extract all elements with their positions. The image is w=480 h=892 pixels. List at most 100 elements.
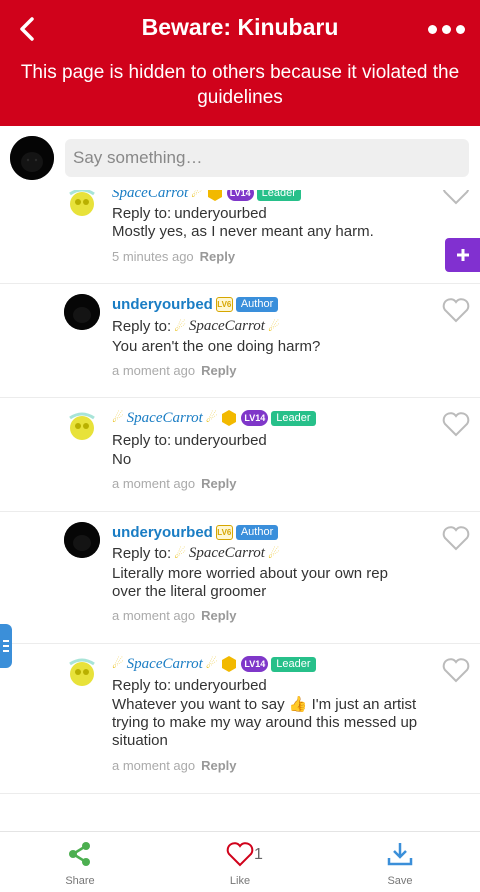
reply-to-label: Reply to: bbox=[112, 205, 172, 222]
heart-icon[interactable] bbox=[441, 524, 471, 552]
comment-input[interactable] bbox=[65, 139, 469, 177]
heart-icon[interactable] bbox=[441, 656, 471, 684]
comment-text: Mostly yes, as I never meant any harm. bbox=[112, 223, 374, 240]
name-row: underyourbed LV6 Author bbox=[112, 294, 279, 314]
like-label: Like bbox=[229, 875, 251, 887]
page-title: Beware: Kinubaru bbox=[141, 14, 339, 40]
reply-to-user[interactable]: underyourbed bbox=[174, 205, 267, 222]
comment-text-line: Literally more worried about your own re… bbox=[112, 565, 388, 582]
reply-to-label: Reply to: bbox=[112, 545, 172, 562]
black-cat-avatar-icon bbox=[64, 294, 100, 330]
comment-text: Whatever you want to say 👍 I'm just an a… bbox=[112, 696, 432, 750]
comment-text-line: over the literal groomer bbox=[112, 583, 267, 600]
bird-avatar-icon bbox=[69, 190, 95, 216]
reply-to-label: Reply to: bbox=[112, 318, 172, 335]
bird-avatar-icon bbox=[69, 412, 95, 440]
username[interactable]: underyourbed bbox=[112, 296, 213, 313]
hex-badge-icon bbox=[222, 656, 237, 672]
timestamp: a moment ago bbox=[112, 608, 196, 623]
comment-meta: a moment ago Reply bbox=[112, 608, 237, 623]
back-button[interactable] bbox=[12, 12, 42, 46]
comet-icon: ☄ bbox=[174, 545, 186, 561]
more-button[interactable] bbox=[426, 20, 466, 38]
back-arrow-icon bbox=[20, 17, 34, 41]
screen: Beware: Kinubaru This page is hidden to … bbox=[0, 0, 480, 892]
leader-tag: Leader bbox=[256, 190, 301, 201]
avatar[interactable] bbox=[64, 190, 100, 220]
avatar[interactable] bbox=[64, 522, 100, 558]
comment-item: underyourbed LV6 Author Reply to: ☄ Spac… bbox=[0, 284, 480, 398]
hex-badge-icon bbox=[207, 190, 222, 201]
name-row: ☄ SpaceCarrot ☄ LV14 Leader bbox=[112, 408, 316, 428]
download-icon bbox=[387, 843, 413, 866]
more-dot bbox=[441, 24, 451, 34]
leader-tag: Leader bbox=[271, 410, 316, 426]
comet-icon: ☄ bbox=[267, 545, 280, 561]
heart-icon[interactable] bbox=[441, 296, 471, 324]
save-label: Save bbox=[387, 875, 413, 887]
level-badge: LV14 bbox=[241, 656, 269, 672]
save-button[interactable]: Save bbox=[360, 840, 440, 887]
reply-button[interactable]: Reply bbox=[200, 249, 235, 264]
comet-icon: ☄ bbox=[112, 656, 124, 671]
name-row: SpaceCarrot ☄ LV14 Leader bbox=[112, 190, 301, 203]
timestamp: a moment ago bbox=[112, 476, 196, 491]
black-cat-avatar-icon bbox=[10, 136, 54, 180]
header: Beware: Kinubaru This page is hidden to … bbox=[0, 0, 480, 126]
username[interactable]: SpaceCarrot bbox=[112, 190, 188, 202]
reply-to-user[interactable]: SpaceCarrot bbox=[189, 318, 265, 335]
reply-to-label: Reply to: bbox=[112, 677, 172, 694]
menu-icon bbox=[3, 640, 9, 642]
share-button[interactable]: Share bbox=[40, 840, 120, 887]
hidden-notice: This page is hidden to others because it… bbox=[20, 62, 460, 108]
reply-to-user[interactable]: underyourbed bbox=[174, 677, 267, 694]
comment-thread: SpaceCarrot ☄ LV14 Leader Reply to: unde… bbox=[0, 190, 480, 830]
reply-button[interactable]: Reply bbox=[201, 363, 236, 378]
timestamp: a moment ago bbox=[112, 363, 196, 378]
reply-to-label: Reply to: bbox=[112, 432, 172, 449]
reply-to-line: Reply to: underyourbed bbox=[112, 205, 267, 222]
comment-bar bbox=[0, 126, 480, 190]
bird-avatar-icon bbox=[69, 658, 95, 686]
username[interactable]: SpaceCarrot bbox=[127, 656, 203, 673]
comment-item: SpaceCarrot ☄ LV14 Leader Reply to: unde… bbox=[0, 190, 480, 284]
level-badge: LV14 bbox=[241, 410, 269, 426]
share-label: Share bbox=[65, 875, 95, 887]
comet-icon: ☄ bbox=[112, 410, 124, 425]
reply-button[interactable]: Reply bbox=[201, 758, 236, 773]
reply-button[interactable]: Reply bbox=[201, 608, 236, 623]
add-button[interactable] bbox=[445, 238, 480, 272]
avatar[interactable] bbox=[10, 136, 54, 180]
author-tag: Author bbox=[235, 524, 279, 540]
heart-icon[interactable] bbox=[441, 410, 471, 438]
comet-icon: ☄ bbox=[205, 656, 218, 671]
more-dots-icon bbox=[427, 24, 437, 34]
comment-item: ☄ SpaceCarrot ☄ LV14 Leader Reply to: un… bbox=[0, 398, 480, 512]
username[interactable]: SpaceCarrot bbox=[127, 410, 203, 427]
comment-meta: a moment ago Reply bbox=[112, 363, 237, 378]
comment-text: Literally more worried about your own re… bbox=[112, 565, 432, 601]
like-button[interactable]: Like bbox=[200, 840, 280, 887]
comment-meta: a moment ago Reply bbox=[112, 758, 237, 773]
avatar[interactable] bbox=[64, 294, 100, 330]
black-cat-avatar-icon bbox=[64, 522, 100, 558]
reply-button[interactable]: Reply bbox=[201, 476, 236, 491]
username[interactable]: underyourbed bbox=[112, 524, 213, 541]
timestamp: a moment ago bbox=[112, 758, 196, 773]
level-badge: LV14 bbox=[226, 190, 254, 201]
comment-item: underyourbed LV6 Author Reply to: ☄ Spac… bbox=[0, 512, 480, 644]
comment-meta: 5 minutes ago Reply bbox=[112, 249, 235, 264]
reply-to-user[interactable]: SpaceCarrot bbox=[189, 545, 265, 562]
heart-icon[interactable] bbox=[441, 190, 471, 206]
reply-to-user[interactable]: underyourbed bbox=[174, 432, 267, 449]
menu-line bbox=[3, 650, 9, 652]
side-menu-button[interactable] bbox=[0, 624, 12, 668]
level-badge: LV6 bbox=[215, 524, 233, 540]
avatar[interactable] bbox=[64, 654, 100, 690]
avatar[interactable] bbox=[64, 408, 100, 444]
level-badge: LV6 bbox=[215, 296, 233, 312]
comet-icon: ☄ bbox=[205, 410, 218, 425]
more-dot bbox=[455, 24, 465, 34]
leader-tag: Leader bbox=[271, 656, 316, 672]
timestamp: 5 minutes ago bbox=[112, 249, 194, 264]
